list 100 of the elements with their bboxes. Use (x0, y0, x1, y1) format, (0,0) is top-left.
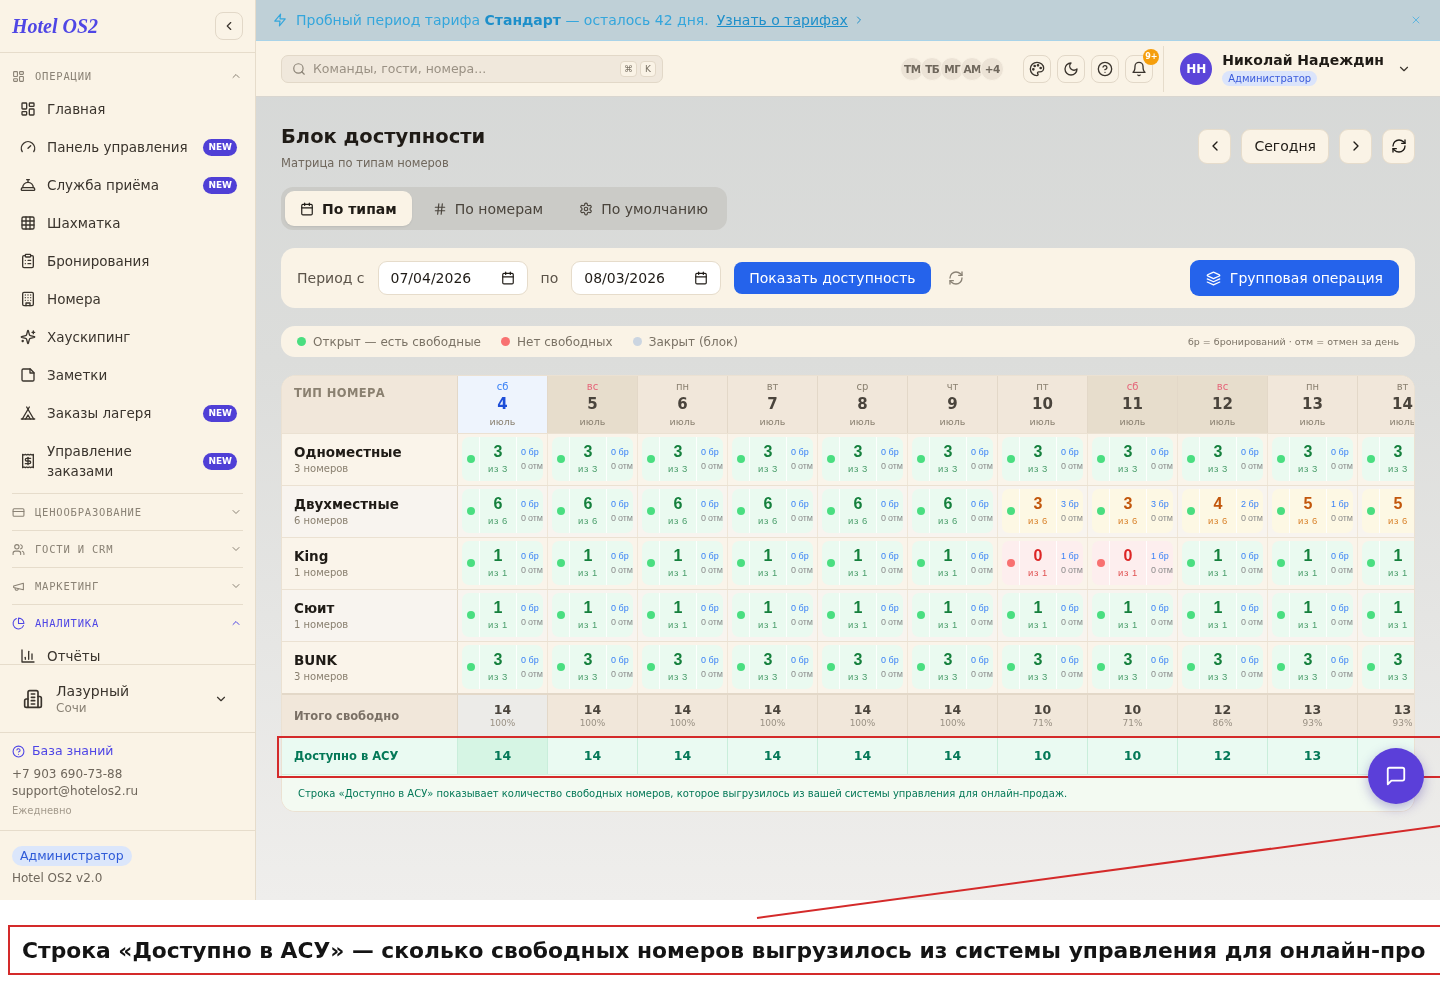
booked-count: 0 бр (1331, 550, 1350, 562)
page-title: Блок доступности (281, 124, 486, 150)
status-dot-icon (916, 507, 925, 515)
cancelled-count: 0 отм (791, 668, 813, 680)
available-count: 3 (853, 651, 863, 669)
total-count: из 1 (758, 619, 778, 631)
layers-icon (1205, 270, 1221, 286)
booked-count: 0 бр (881, 550, 900, 562)
asu-footnote: Строка «Доступно в АСУ» показывает количество свободных номеров, которое выгрузилось из вашей системы управления для онлайн-продаж. (298, 787, 1068, 799)
available-count: 3 (673, 443, 683, 461)
calendar-icon[interactable] (694, 271, 709, 285)
total-count: из 1 (848, 619, 868, 631)
view-tab[interactable]: По номерам (417, 191, 559, 226)
cancelled-count: 0 отм (971, 564, 993, 576)
available-count: 1 (1213, 599, 1223, 617)
refresh-icon[interactable] (947, 270, 964, 286)
total-count: из 1 (578, 619, 598, 631)
total-count: из 3 (848, 671, 868, 683)
total-value: 10 (1033, 702, 1052, 717)
cancelled-count: 0 отм (971, 616, 993, 628)
help-button[interactable] (1091, 54, 1120, 83)
hotel-selector[interactable]: Лазурный Сочи (0, 664, 255, 733)
today-button[interactable]: Сегодня (1241, 128, 1329, 164)
refresh-button[interactable] (1382, 128, 1415, 164)
service-bell-icon (20, 177, 36, 193)
banner-text: Пробный период тарифа Стандарт — осталось 42 дня. (296, 12, 709, 28)
total-count: из 3 (1208, 463, 1228, 475)
user-avatar[interactable]: НН (1180, 52, 1213, 85)
status-dot-icon (1096, 559, 1105, 567)
status-dot-icon (1276, 611, 1285, 619)
status-dot-icon (826, 663, 835, 671)
status-dot-icon (1006, 455, 1015, 463)
knowledge-base-link[interactable]: База знаний (12, 742, 114, 760)
cancelled-count: 0 отм (1331, 668, 1353, 680)
nav-section[interactable]: МАРКЕТИНГ (0, 568, 255, 604)
weekday-label: сб (496, 381, 509, 393)
total-count: из 3 (1028, 671, 1048, 683)
room-type-name: Одноместные (294, 443, 403, 461)
role-badge: Администратор (1222, 71, 1318, 86)
weekday-label: вс (1216, 381, 1229, 393)
cancelled-count: 0 отм (611, 616, 633, 628)
available-count: 3 (853, 443, 863, 461)
total-count: из 3 (938, 671, 958, 683)
available-count: 3 (1123, 495, 1133, 513)
show-availability-button[interactable]: Показать доступность (734, 262, 931, 294)
credit-card-icon (12, 505, 25, 519)
nav-item[interactable]: Шахматка (0, 204, 255, 242)
total-count: из 6 (1388, 515, 1408, 527)
weekday-label: пн (1305, 381, 1320, 393)
total-count: из 3 (1118, 671, 1138, 683)
nav-item[interactable]: Заметки (0, 356, 255, 394)
total-count: из 3 (1298, 463, 1318, 475)
total-count: из 1 (668, 567, 688, 579)
nav-section[interactable]: ГОСТИ И CRM (0, 531, 255, 567)
booked-count: 0 бр (881, 446, 900, 458)
date-field[interactable]: 07/04/2026 (377, 261, 528, 295)
palette-button[interactable] (1023, 54, 1052, 83)
nav-item[interactable]: Хаускипинг (0, 318, 255, 356)
status-dot-icon (1006, 611, 1015, 619)
weekday-label: чт (946, 381, 959, 393)
asu-value: 14 (673, 748, 692, 763)
day-number: 7 (767, 394, 778, 414)
available-count: 0 (1123, 547, 1133, 565)
status-dot-icon (916, 455, 925, 463)
users-icon (12, 542, 25, 556)
user-name: Николай Надеждин (1222, 51, 1384, 69)
theme-button[interactable] (1057, 54, 1086, 83)
total-percent: 100% (579, 718, 606, 729)
day-number: 13 (1302, 394, 1323, 414)
available-count: 6 (943, 495, 953, 513)
calendar-icon[interactable] (500, 271, 515, 285)
available-count: 1 (1213, 547, 1223, 565)
available-count: 3 (943, 443, 953, 461)
room-count: 3 номеров (294, 462, 350, 476)
cancelled-count: 0 отм (1331, 564, 1353, 576)
date-field[interactable]: 08/03/2026 (571, 261, 722, 295)
booked-count: 0 бр (611, 654, 630, 666)
status-dot-icon (916, 663, 925, 671)
lightning-icon (273, 13, 287, 27)
booked-count: 0 бр (1151, 602, 1170, 614)
group-action-button[interactable]: Групповая операция (1189, 260, 1399, 296)
total-count: из 1 (1028, 567, 1048, 579)
status-dot-icon (1366, 611, 1375, 619)
nav-item[interactable]: Управление заказами NEW (0, 432, 255, 490)
cancelled-count: 0 отм (881, 668, 903, 680)
month-label: июль (1389, 415, 1414, 428)
available-count: 1 (493, 547, 503, 565)
total-value: 13 (1393, 702, 1412, 717)
nav-item[interactable]: Заказы лагеря NEW (0, 394, 255, 432)
nav-item[interactable]: Панель управления NEW (0, 128, 255, 166)
status-dot-icon (466, 559, 475, 567)
view-tab[interactable]: По типам (285, 191, 412, 226)
nav-item[interactable]: Бронирования (0, 242, 255, 280)
view-tab[interactable]: По умолчанию (564, 191, 723, 226)
cancelled-count: 0 отм (791, 460, 813, 472)
nav-item[interactable]: Служба приёма NEW (0, 166, 255, 204)
clipboard-icon (20, 253, 36, 269)
nav-item[interactable]: Номера (0, 280, 255, 318)
nav-section[interactable]: ЦЕНООБРАЗОВАНИЕ (0, 494, 255, 530)
cancelled-count: 0 отм (701, 460, 723, 472)
